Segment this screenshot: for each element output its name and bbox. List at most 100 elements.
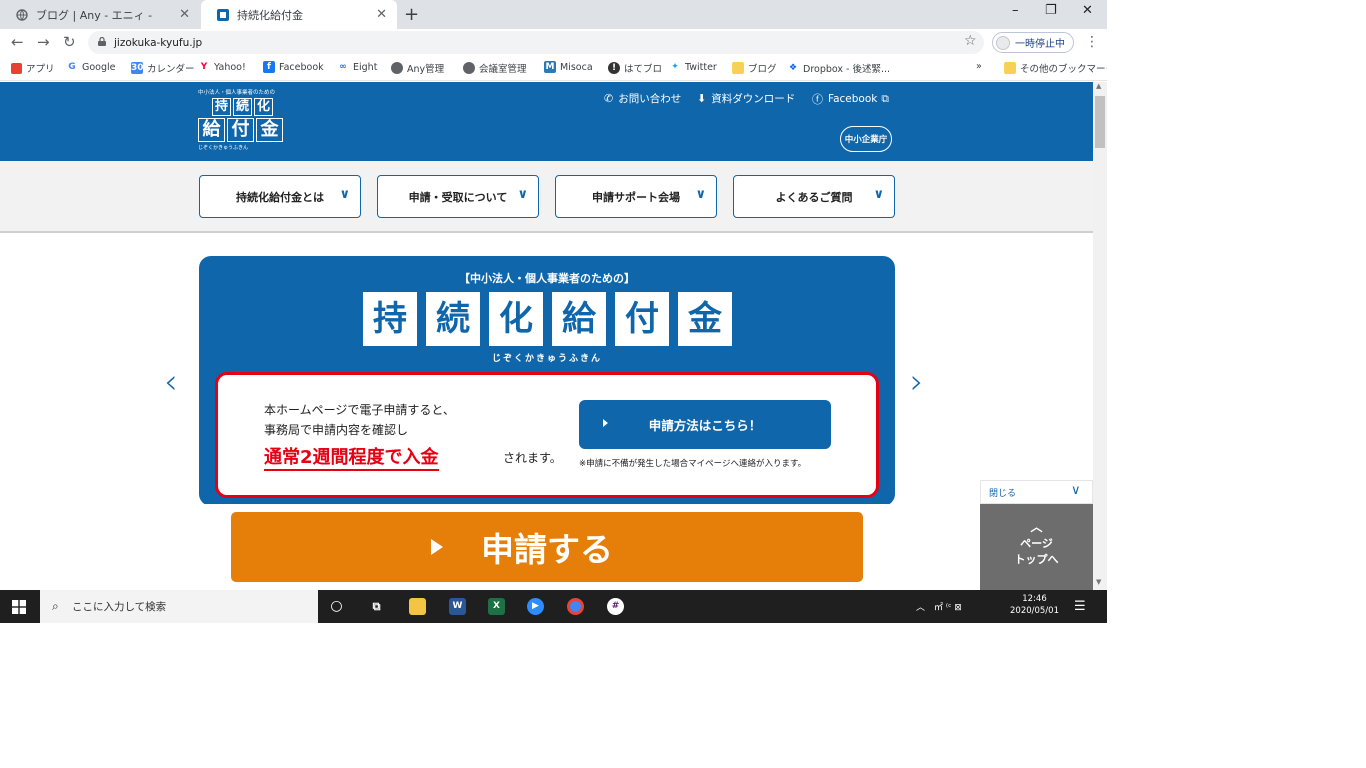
site-logo[interactable]: 中小法人・個人事業者のための 持 続 化 給 付 金 じぞくかきゅうふきん xyxy=(198,88,286,158)
search-placeholder: ここに入力して検索 xyxy=(72,601,167,613)
scroll-down-icon[interactable]: ▼ xyxy=(1096,578,1101,586)
logo-char: 持 xyxy=(212,98,231,116)
dropbox-icon: ❖ xyxy=(787,62,799,74)
google-icon: G xyxy=(66,61,78,73)
taskbar-search-input[interactable]: ⌕ ここに入力して検索 xyxy=(40,590,318,623)
close-tab-icon[interactable]: ✕ xyxy=(376,7,387,22)
forward-button[interactable]: → xyxy=(37,33,50,51)
apply-button[interactable]: 申請する xyxy=(231,512,863,582)
folder-icon xyxy=(1004,62,1016,74)
notification-icon[interactable]: ☰ xyxy=(1074,599,1086,614)
page-top-button[interactable]: ︿ ページ トップへ xyxy=(980,504,1093,590)
nav-label: 申請・受取について xyxy=(408,190,508,204)
bookmark-yahoo[interactable]: Y Yahoo! xyxy=(198,61,246,73)
folder-icon xyxy=(732,62,744,74)
minimize-button[interactable]: – xyxy=(1012,3,1019,18)
other-bookmarks[interactable]: その他のブックマーク xyxy=(1004,61,1107,75)
bookmark-label: アプリ xyxy=(26,64,55,75)
logo-char: 化 xyxy=(254,98,273,116)
bookmark-label: Dropbox - 後述緊... xyxy=(803,64,891,75)
lock-icon xyxy=(98,37,106,46)
slack-icon[interactable]: # xyxy=(607,598,624,615)
hero-title-char: 化 xyxy=(489,292,543,346)
nav-support[interactable]: 申請サポート会場 ∨ xyxy=(555,175,717,218)
chevron-down-icon: ∨ xyxy=(1071,483,1081,498)
card-text-line2: 事務局で申請内容を確認し xyxy=(264,423,409,437)
cortana-icon[interactable]: ○ xyxy=(328,598,345,615)
address-bar[interactable]: jizokuka-kyufu.jp xyxy=(88,31,984,54)
chevron-down-icon: ∨ xyxy=(517,187,528,202)
button-label: 申請方法はこちら！ xyxy=(648,418,762,433)
play-triangle-icon xyxy=(603,419,608,427)
bookmark-calendar[interactable]: 30 カレンダー xyxy=(131,61,195,75)
bookmark-star-icon[interactable]: ☆ xyxy=(964,33,977,49)
carousel-prev-button[interactable]: ‹ xyxy=(164,362,178,402)
contact-link[interactable]: ✆ お問い合わせ xyxy=(604,91,681,106)
bookmark-label: その他のブックマーク xyxy=(1020,64,1107,75)
carousel-next-button[interactable]: › xyxy=(910,362,924,402)
bookmark-apps[interactable]: アプリ xyxy=(11,61,55,75)
play-triangle-icon xyxy=(431,539,443,555)
bookmark-twitter[interactable]: ✦ Twitter xyxy=(669,61,717,73)
zoom-icon[interactable]: ▶ xyxy=(527,598,544,615)
tab-title: ブログ | Any - エニィ - xyxy=(36,8,153,22)
scroll-up-icon[interactable]: ▲ xyxy=(1096,82,1101,90)
bookmark-hatena[interactable]: ! はてブロ xyxy=(608,61,662,75)
excel-icon[interactable]: X xyxy=(488,598,505,615)
download-link[interactable]: ⬇ 資料ダウンロード xyxy=(697,91,795,106)
scrollbar-thumb[interactable] xyxy=(1095,96,1105,148)
agency-logo[interactable]: 中小企業庁 xyxy=(840,126,892,152)
bookmarks-more-button[interactable]: » xyxy=(976,61,982,72)
tab-blog[interactable]: ブログ | Any - エニィ - ✕ xyxy=(0,0,200,29)
close-window-button[interactable]: ✕ xyxy=(1082,3,1093,18)
reload-button[interactable]: ↻ xyxy=(63,33,76,51)
contact-label: お問い合わせ xyxy=(618,93,682,105)
menu-kebab-icon[interactable]: ⋮ xyxy=(1085,34,1099,50)
logo-char: 金 xyxy=(256,118,283,142)
bookmark-eight[interactable]: ∞ Eight xyxy=(337,61,377,73)
tab-strip: ブログ | Any - エニィ - ✕ 持続化給付金 ✕ + – ❐ ✕ xyxy=(0,0,1107,29)
bookmark-dropbox[interactable]: ❖ Dropbox - 後述緊... xyxy=(787,61,890,75)
bookmark-meeting-room[interactable]: 会議室管理 xyxy=(463,61,527,75)
tab-jizokuka[interactable]: 持続化給付金 ✕ xyxy=(201,0,397,29)
chrome-icon[interactable] xyxy=(567,598,584,615)
nav-label: よくあるご質問 xyxy=(775,190,853,204)
windows-start-icon[interactable] xyxy=(12,600,26,614)
word-icon[interactable]: W xyxy=(449,598,466,615)
bookmark-misoca[interactable]: M Misoca xyxy=(544,61,593,73)
hero-title-char: 給 xyxy=(552,292,606,346)
url-text: jizokuka-kyufu.jp xyxy=(114,36,203,49)
bookmark-blog-folder[interactable]: ブログ xyxy=(732,61,777,75)
nav-label: 持続化給付金とは xyxy=(236,190,324,204)
how-to-apply-button[interactable]: 申請方法はこちら！ xyxy=(579,400,831,449)
new-tab-button[interactable]: + xyxy=(404,4,419,25)
tray-icons[interactable]: ㎡ ⁽ᶜ ⊠ xyxy=(934,600,962,613)
tray-chevron-icon[interactable]: ︿ xyxy=(916,600,925,613)
bookmark-facebook[interactable]: f Facebook xyxy=(263,61,324,73)
close-sticky-button[interactable]: 閉じる ∨ xyxy=(980,480,1093,504)
nav-about[interactable]: 持続化給付金とは ∨ xyxy=(199,175,361,218)
download-label: 資料ダウンロード xyxy=(711,93,796,105)
bookmark-google[interactable]: G Google xyxy=(66,61,116,73)
bookmark-label: カレンダー xyxy=(147,64,195,75)
bookmark-any-admin[interactable]: Any管理 xyxy=(391,61,444,75)
logo-tagline: 中小法人・個人事業者のための xyxy=(198,90,276,96)
hero-title-char: 金 xyxy=(678,292,732,346)
back-button[interactable]: ← xyxy=(11,33,24,51)
file-explorer-icon[interactable] xyxy=(409,598,426,615)
nav-faq[interactable]: よくあるご質問 ∨ xyxy=(733,175,895,218)
close-tab-icon[interactable]: ✕ xyxy=(179,7,190,22)
profile-button[interactable]: 一時停止中 xyxy=(992,32,1074,53)
globe-icon xyxy=(391,62,403,74)
task-view-icon[interactable]: ⧉ xyxy=(368,598,385,615)
hero-banner: 【中小法人・個人事業者のための】 持 続 化 給 付 金 じぞくかきゅうふきん … xyxy=(199,256,895,506)
card-text-line1: 本ホームページで電子申請すると、 xyxy=(264,403,455,417)
taskbar-clock[interactable]: 12:46 2020/05/01 xyxy=(1010,593,1059,617)
page-scrollbar[interactable]: ▲ ▼ xyxy=(1093,82,1107,590)
globe-icon xyxy=(463,62,475,74)
search-icon: ⌕ xyxy=(52,599,59,613)
nav-application[interactable]: 申請・受取について ∨ xyxy=(377,175,539,218)
card-note: ※申請に不備が発生した場合マイページへ連絡が入ります。 xyxy=(579,459,807,469)
maximize-button[interactable]: ❐ xyxy=(1045,3,1057,18)
facebook-link[interactable]: ⓕ Facebook ⧉ xyxy=(812,91,889,107)
